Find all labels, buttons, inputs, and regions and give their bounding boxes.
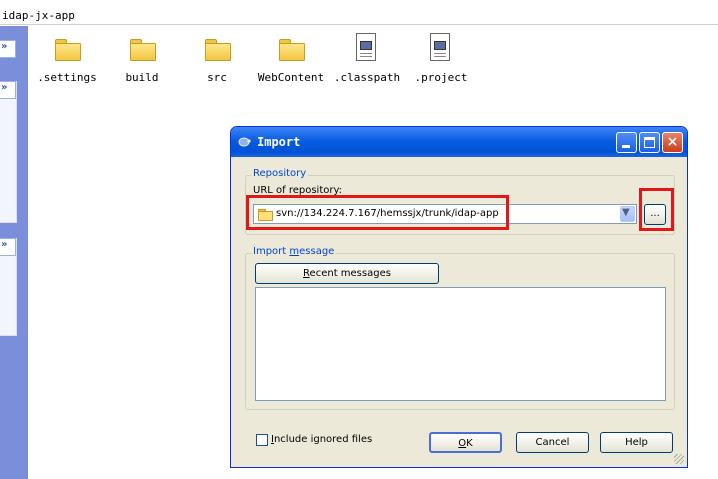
folder-icon	[279, 39, 305, 61]
import-dialog: Import × Repository URL of repository: s…	[230, 126, 688, 468]
file-item-classpath[interactable]: .classpath	[331, 29, 403, 84]
maximize-button[interactable]	[639, 132, 660, 153]
file-label: WebContent	[257, 71, 325, 84]
ok-button[interactable]: OK	[429, 432, 502, 453]
help-button[interactable]: Help	[600, 432, 673, 453]
close-icon: ×	[666, 134, 679, 150]
file-label: .project	[414, 71, 468, 84]
chevron-up-icon: »	[1, 41, 8, 52]
recent-messages-button[interactable]: Recent messages	[255, 263, 439, 284]
include-ignored-label[interactable]: Include ignored files	[271, 434, 372, 445]
import-message-textarea[interactable]	[255, 287, 666, 401]
folder-icon	[205, 39, 231, 61]
import-message-legend: Import message	[251, 246, 337, 257]
file-label: src	[207, 71, 227, 84]
folder-icon	[55, 39, 81, 61]
collapse-button-2[interactable]: »	[0, 81, 16, 99]
close-button[interactable]: ×	[662, 132, 683, 153]
url-value: svn://134.224.7.167/hemssjx/trunk/idap-a…	[276, 208, 499, 219]
dialog-title: Import	[257, 135, 301, 149]
file-item-settings[interactable]: .settings	[31, 29, 103, 84]
chevron-up-icon: »	[1, 239, 8, 250]
collapse-button-1[interactable]: »	[0, 40, 16, 58]
folder-icon	[130, 39, 156, 61]
dropdown-button[interactable]: ▼	[620, 206, 635, 222]
repository-legend: Repository	[251, 168, 309, 179]
file-icon	[430, 33, 450, 61]
url-label: URL of repository:	[253, 185, 343, 196]
include-ignored-checkbox[interactable]	[256, 434, 268, 446]
file-label: build	[125, 71, 159, 84]
minimize-icon	[622, 145, 630, 148]
chevron-up-icon: »	[1, 82, 8, 93]
chevron-down-icon: ▼	[622, 207, 630, 218]
collapse-button-3[interactable]: »	[0, 238, 16, 256]
file-item-build[interactable]: build	[106, 29, 178, 84]
browse-button[interactable]: ...	[644, 204, 666, 225]
file-icon	[356, 33, 376, 61]
file-item-src[interactable]: src	[181, 29, 253, 84]
cancel-button[interactable]: Cancel	[516, 432, 589, 453]
file-label: .settings	[37, 71, 97, 84]
tortoise-icon	[238, 137, 251, 147]
maximize-icon	[644, 137, 655, 148]
file-item-project[interactable]: .project	[405, 29, 477, 84]
address-bar[interactable]: idap-jx-app	[0, 0, 718, 25]
folder-icon	[258, 209, 273, 221]
address-path: idap-jx-app	[2, 9, 75, 22]
minimize-button[interactable]	[616, 132, 637, 153]
resize-grip[interactable]	[674, 454, 684, 464]
url-combobox[interactable]: svn://134.224.7.167/hemssjx/trunk/idap-a…	[253, 204, 637, 224]
explorer-task-pane: » » »	[0, 26, 28, 479]
file-label: .classpath	[333, 71, 401, 84]
file-item-webcontent[interactable]: WebContent	[255, 29, 327, 84]
task-panel-1	[0, 81, 17, 223]
dialog-titlebar[interactable]: Import ×	[231, 127, 687, 157]
